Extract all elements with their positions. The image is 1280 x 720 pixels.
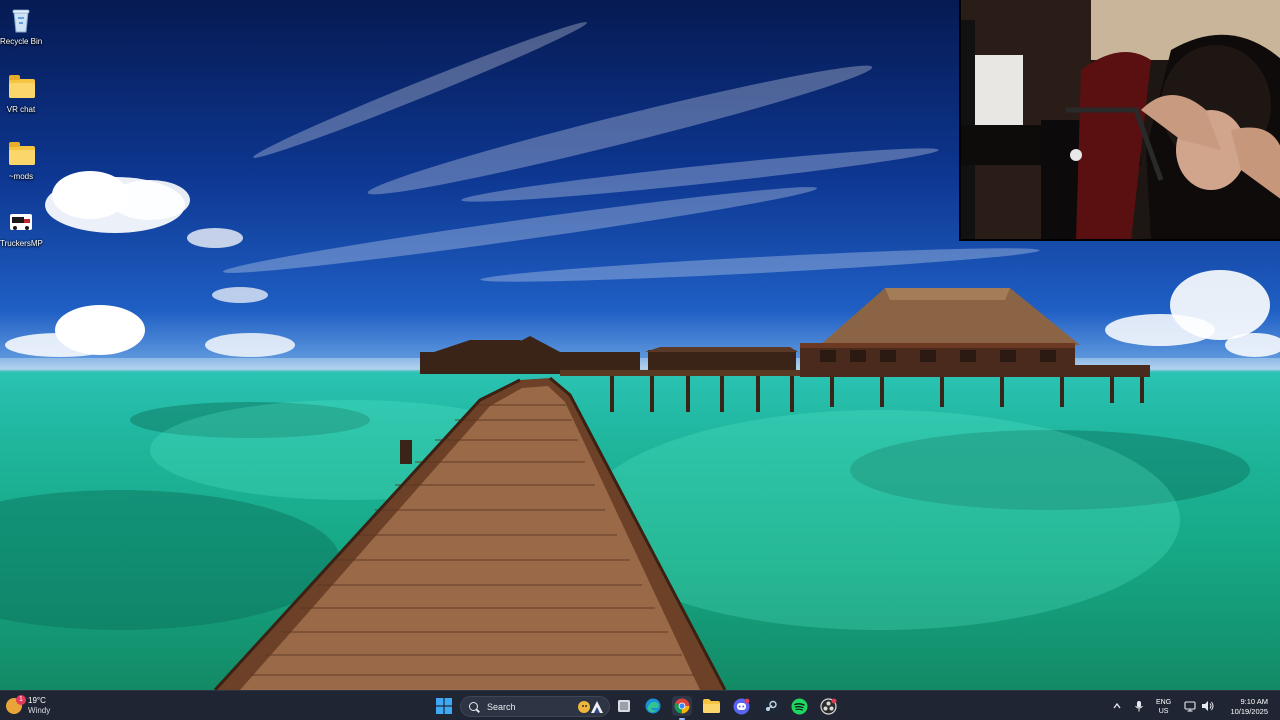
network-tray-button[interactable]	[1184, 691, 1196, 720]
chrome-icon	[674, 698, 690, 714]
desktop-icon-vr-chat[interactable]: VR chat	[0, 74, 42, 114]
notification-badge: 1	[16, 695, 26, 705]
search-label: Search	[487, 701, 516, 712]
obs-icon	[819, 697, 837, 715]
clock-time: 9:10 AM	[1240, 697, 1268, 706]
start-button[interactable]	[434, 696, 454, 716]
folder-icon	[702, 699, 720, 713]
microphone-tray-button[interactable]	[1134, 691, 1144, 720]
network-icon	[1184, 701, 1196, 712]
edge-icon	[645, 698, 661, 714]
task-view-button[interactable]	[614, 696, 634, 716]
chevron-up-icon	[1113, 702, 1121, 709]
weather-condition: Windy	[28, 706, 51, 715]
recycle-bin-icon	[6, 6, 36, 34]
desktop-icon-label: VR chat	[6, 105, 36, 114]
volume-tray-button[interactable]	[1201, 691, 1214, 720]
folder-icon	[6, 74, 36, 102]
taskbar-spotify[interactable]	[789, 696, 809, 716]
desktop-icon-label: TruckersMP	[0, 239, 43, 248]
desktop-icon-recycle-bin[interactable]: Recycle Bin	[0, 6, 42, 46]
speaker-icon	[1202, 701, 1214, 711]
search-icon	[469, 702, 478, 711]
language-code: ENG	[1156, 699, 1172, 706]
desktop-icon-label: ~mods	[8, 172, 34, 181]
language-indicator[interactable]: ENG US	[1156, 698, 1171, 716]
taskbar-clock[interactable]: 9:10 AM 10/19/2025	[1220, 697, 1268, 717]
discord-icon	[733, 698, 749, 714]
desktop-icon-truckersmp[interactable]: TruckersMP	[0, 208, 43, 248]
webcam-overlay	[959, 0, 1280, 241]
search-highlight-icon	[578, 701, 603, 713]
taskbar-discord[interactable]	[731, 696, 751, 716]
taskbar-file-explorer[interactable]	[701, 696, 721, 716]
spotify-icon	[791, 698, 807, 714]
taskbar-steam[interactable]	[760, 696, 780, 716]
taskbar: 1 19°C Windy Search ENG US 9:10 AM 10/19…	[0, 690, 1280, 720]
windows-logo-icon	[436, 698, 452, 714]
keyboard-layout: US	[1158, 708, 1169, 715]
folder-icon	[6, 141, 36, 169]
steam-icon	[762, 698, 778, 714]
taskbar-search-box[interactable]: Search	[460, 696, 610, 717]
weather-icon: 1	[6, 695, 26, 714]
clock-date: 10/19/2025	[1230, 707, 1268, 716]
show-hidden-icons-button[interactable]	[1112, 691, 1122, 720]
webcam-feed	[961, 0, 1280, 239]
task-view-icon	[618, 700, 630, 712]
desktop-icon-mods[interactable]: ~mods	[0, 141, 42, 181]
taskbar-obs[interactable]	[818, 696, 838, 716]
weather-widget[interactable]: 1 19°C Windy	[6, 695, 50, 717]
taskbar-edge[interactable]	[643, 696, 663, 716]
microphone-icon	[1135, 701, 1143, 712]
desktop-icon-label: Recycle Bin	[0, 37, 43, 46]
weather-temperature: 19°C	[28, 696, 46, 705]
truckersmp-icon	[6, 208, 36, 236]
taskbar-chrome[interactable]	[672, 696, 692, 720]
